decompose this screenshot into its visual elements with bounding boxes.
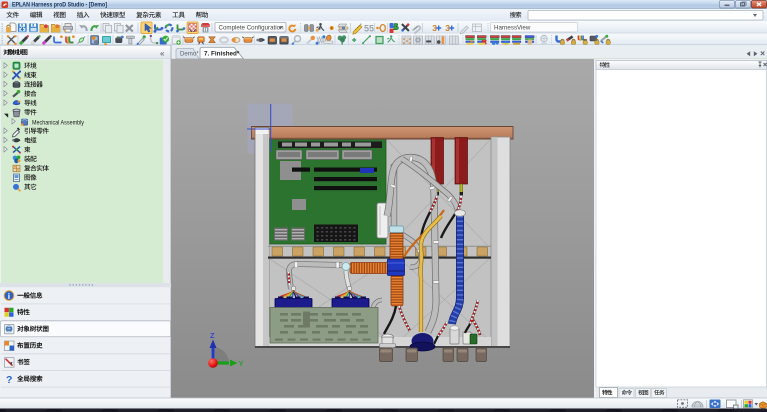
svg-text:Y: Y bbox=[239, 359, 244, 368]
svg-text:Demo*: Demo* bbox=[180, 51, 199, 58]
svg-text:Mechanical Assembly: Mechanical Assembly bbox=[32, 119, 85, 126]
svg-text:i: i bbox=[8, 291, 10, 301]
svg-text:EPLAN Harness proD Studio - [D: EPLAN Harness proD Studio - [Demo] bbox=[12, 2, 107, 9]
svg-text:«: « bbox=[160, 49, 165, 58]
svg-text:?: ? bbox=[6, 374, 12, 386]
svg-text:HarnessView: HarnessView bbox=[494, 24, 531, 31]
svg-text:55: 55 bbox=[364, 24, 374, 34]
svg-text:Z: Z bbox=[210, 331, 215, 340]
svg-text:Complete Configuration: Complete Configuration bbox=[219, 24, 285, 31]
svg-text:7. Finished*: 7. Finished* bbox=[204, 51, 240, 58]
